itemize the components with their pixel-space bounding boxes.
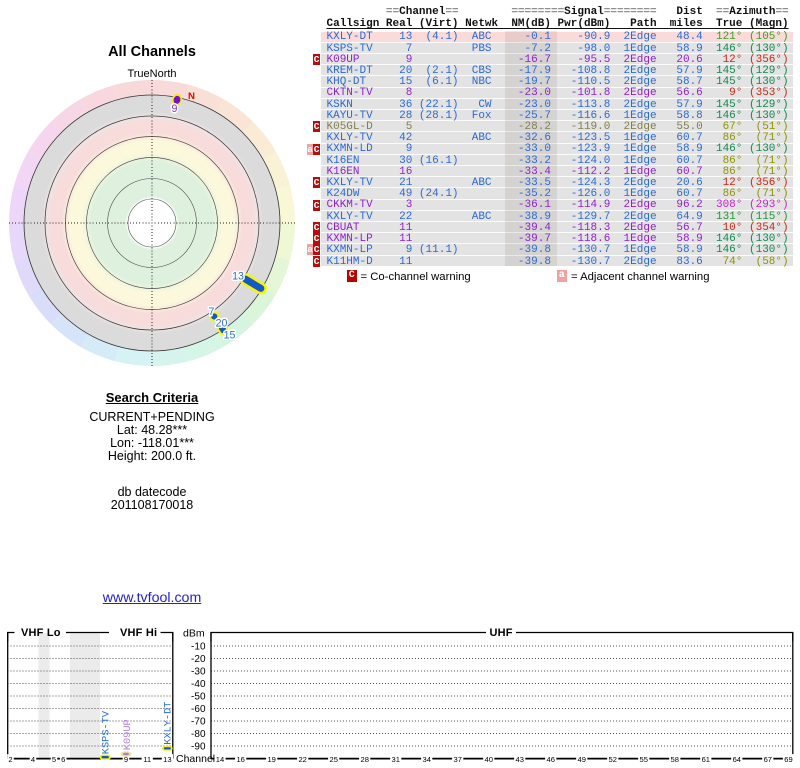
svg-text:64: 64 — [733, 755, 741, 764]
svg-text:34: 34 — [422, 755, 430, 764]
svg-text:6: 6 — [61, 755, 65, 764]
svg-text:19: 19 — [267, 755, 275, 764]
svg-text:25: 25 — [329, 755, 337, 764]
svg-text:28: 28 — [360, 755, 368, 764]
svg-text:-40: -40 — [191, 679, 206, 690]
svg-text:55: 55 — [640, 755, 648, 764]
svg-text:52: 52 — [609, 755, 617, 764]
svg-text:37: 37 — [454, 755, 462, 764]
svg-text:43: 43 — [516, 755, 524, 764]
svg-text:61: 61 — [702, 755, 710, 764]
svg-text:15: 15 — [224, 330, 236, 342]
svg-text:UHF: UHF — [490, 627, 513, 639]
svg-text:49: 49 — [578, 755, 586, 764]
svg-text:VHF Lo: VHF Lo — [21, 627, 61, 639]
svg-text:N: N — [188, 91, 195, 102]
svg-text:7: 7 — [209, 306, 215, 318]
svg-text:67: 67 — [764, 755, 772, 764]
svg-text:Channel: Channel — [176, 753, 215, 765]
svg-text:46: 46 — [547, 755, 555, 764]
svg-text:KXLY-DT: KXLY-DT — [163, 702, 175, 745]
svg-text:5: 5 — [52, 755, 56, 764]
svg-text:K09UP: K09UP — [122, 719, 134, 750]
svg-text:-60: -60 — [191, 704, 206, 715]
svg-text:-80: -80 — [191, 729, 206, 740]
svg-text:-90: -90 — [191, 741, 206, 752]
svg-text:dBm: dBm — [183, 628, 205, 640]
svg-text:-10: -10 — [191, 641, 206, 652]
svg-text:9: 9 — [172, 103, 178, 115]
svg-text:16: 16 — [236, 755, 244, 764]
svg-text:40: 40 — [485, 755, 493, 764]
svg-text:-70: -70 — [191, 716, 206, 727]
svg-text:14: 14 — [216, 755, 224, 764]
svg-text:69: 69 — [784, 755, 792, 764]
svg-text:4: 4 — [31, 755, 35, 764]
svg-text:22: 22 — [298, 755, 306, 764]
svg-text:20: 20 — [216, 318, 228, 330]
svg-text:2: 2 — [8, 755, 12, 764]
svg-text:-20: -20 — [191, 654, 206, 665]
svg-text:11: 11 — [143, 755, 151, 764]
svg-text:VHF Hi: VHF Hi — [120, 627, 157, 639]
svg-text:-30: -30 — [191, 666, 206, 677]
svg-text:31: 31 — [391, 755, 399, 764]
svg-text:-50: -50 — [191, 691, 206, 702]
svg-text:KSPS-TV: KSPS-TV — [100, 710, 112, 754]
svg-text:58: 58 — [671, 755, 679, 764]
svg-text:13: 13 — [163, 755, 171, 764]
svg-text:13: 13 — [232, 271, 244, 283]
